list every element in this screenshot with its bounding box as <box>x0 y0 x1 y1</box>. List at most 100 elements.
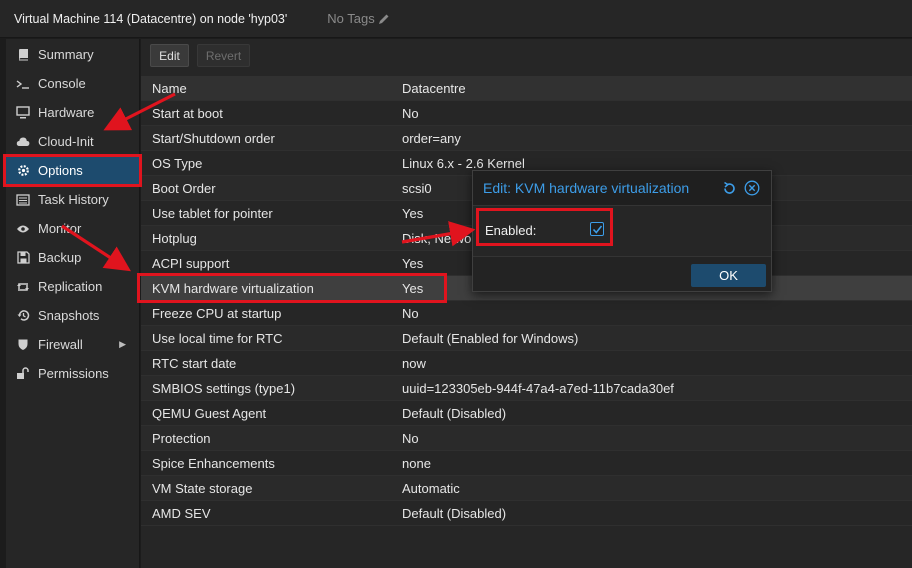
option-value: Yes <box>402 255 424 271</box>
option-value: Default (Disabled) <box>402 505 507 521</box>
sidebar-item-snapshots[interactable]: Snapshots <box>6 301 140 330</box>
sidebar-item-label: Options <box>38 163 83 178</box>
option-key: Protection <box>152 430 211 446</box>
option-key: Start/Shutdown order <box>152 130 275 146</box>
dialog-header[interactable]: Edit: KVM hardware virtualization <box>473 171 771 206</box>
desktop-icon <box>16 106 30 120</box>
sidebar-item-replication[interactable]: Replication <box>6 272 140 301</box>
ok-button[interactable]: OK <box>691 264 766 287</box>
table-row[interactable]: QEMU Guest Agent Default (Disabled) <box>141 401 912 426</box>
title-bar: Virtual Machine 114 (Datacentre) on node… <box>0 0 912 38</box>
tags-editor[interactable]: No Tags <box>327 11 389 26</box>
option-key: VM State storage <box>152 480 253 496</box>
dialog-title: Edit: KVM hardware virtualization <box>483 180 690 196</box>
pencil-icon[interactable] <box>378 13 390 25</box>
option-value: Yes <box>402 205 424 221</box>
option-key: SMBIOS settings (type1) <box>152 380 296 396</box>
option-value: Default (Disabled) <box>402 405 507 421</box>
sidebar-item-label: Task History <box>38 192 109 207</box>
dialog-footer: OK <box>473 256 771 291</box>
option-value: Default (Enabled for Windows) <box>402 330 579 346</box>
option-key: QEMU Guest Agent <box>152 405 267 421</box>
option-key: Use tablet for pointer <box>152 205 273 221</box>
option-value: No <box>402 105 419 121</box>
option-value: No <box>402 305 419 321</box>
sidebar-item-backup[interactable]: Backup <box>6 243 140 272</box>
toolbar: Edit Revert <box>141 39 912 75</box>
sidebar-item-options[interactable]: Options <box>6 156 140 185</box>
option-value: now <box>402 355 426 371</box>
enabled-checkbox[interactable] <box>590 222 604 236</box>
table-row[interactable]: AMD SEV Default (Disabled) <box>141 501 912 526</box>
sidebar-item-label: Firewall <box>38 337 83 352</box>
unlock-icon <box>16 367 30 381</box>
sidebar-item-permissions[interactable]: Permissions <box>6 359 140 388</box>
sidebar-item-hardware[interactable]: Hardware <box>6 98 140 127</box>
table-row[interactable]: Protection No <box>141 426 912 451</box>
terminal-icon <box>16 77 30 91</box>
list-icon <box>16 193 30 207</box>
option-value: Datacentre <box>402 80 466 96</box>
sidebar-item-task-history[interactable]: Task History <box>6 185 140 214</box>
option-key: Spice Enhancements <box>152 455 275 471</box>
close-icon[interactable] <box>744 180 760 196</box>
option-value: order=any <box>402 130 461 146</box>
option-key: Boot Order <box>152 180 216 196</box>
table-row[interactable]: RTC start date now <box>141 351 912 376</box>
sidebar-item-label: Cloud-Init <box>38 134 94 149</box>
option-key: ACPI support <box>152 255 230 271</box>
sidebar-item-label: Replication <box>38 279 103 294</box>
option-value: Linux 6.x - 2.6 Kernel <box>402 155 525 171</box>
revert-button[interactable]: Revert <box>197 44 250 67</box>
edit-button[interactable]: Edit <box>150 44 189 67</box>
option-value: Yes <box>402 280 424 296</box>
sidebar-item-console[interactable]: Console <box>6 69 140 98</box>
table-row[interactable]: Start/Shutdown order order=any <box>141 126 912 151</box>
table-row[interactable]: Freeze CPU at startup No <box>141 301 912 326</box>
table-row[interactable]: VM State storage Automatic <box>141 476 912 501</box>
sidebar-item-monitor[interactable]: Monitor <box>6 214 140 243</box>
table-row[interactable]: Name Datacentre <box>141 76 912 101</box>
sidebar-item-label: Console <box>38 76 86 91</box>
table-row[interactable]: Use local time for RTC Default (Enabled f… <box>141 326 912 351</box>
sidebar-item-label: Summary <box>38 47 94 62</box>
dialog-body: Enabled: <box>473 207 771 255</box>
cloud-icon <box>16 135 30 149</box>
retweet-icon <box>16 280 30 294</box>
sidebar-item-label: Backup <box>38 250 82 265</box>
sidebar-item-firewall[interactable]: Firewall ▶ <box>6 330 140 359</box>
tags-label: No Tags <box>327 11 375 26</box>
shield-icon <box>16 338 30 352</box>
option-key: Hotplug <box>152 230 197 246</box>
checkmark-icon <box>592 225 602 234</box>
option-value: scsi0 <box>402 180 432 196</box>
sidebar-item-label: Monitor <box>38 221 82 236</box>
option-key: OS Type <box>152 155 203 171</box>
book-icon <box>16 48 30 62</box>
table-row[interactable]: SMBIOS settings (type1) uuid=123305eb-944… <box>141 376 912 401</box>
reset-icon[interactable] <box>721 180 737 196</box>
option-value: Automatic <box>402 480 460 496</box>
floppy-icon <box>16 251 30 265</box>
sidebar-item-label: Permissions <box>38 366 109 381</box>
option-value: none <box>402 455 431 471</box>
sidebar-item-label: Snapshots <box>38 308 100 323</box>
option-key: AMD SEV <box>152 505 211 521</box>
option-value: No <box>402 430 419 446</box>
option-key: Use local time for RTC <box>152 330 283 346</box>
sidebar-item-label: Hardware <box>38 105 95 120</box>
options-panel: Edit Revert Name Datacentre Start at boot… <box>141 39 912 568</box>
option-key: RTC start date <box>152 355 237 371</box>
table-row[interactable]: Start at boot No <box>141 101 912 126</box>
option-key: Name <box>152 80 187 96</box>
option-key: Freeze CPU at startup <box>152 305 282 321</box>
chevron-right-icon[interactable]: ▶ <box>119 339 126 350</box>
vm-title: Virtual Machine 114 (Datacentre) on node… <box>14 11 288 26</box>
table-row[interactable]: Spice Enhancements none <box>141 451 912 476</box>
sidebar-item-cloud-init[interactable]: Cloud-Init <box>6 127 140 156</box>
history-icon <box>16 309 30 323</box>
option-key: Start at boot <box>152 105 223 121</box>
eye-icon <box>16 222 30 236</box>
option-key: KVM hardware virtualization <box>152 280 314 296</box>
sidebar-item-summary[interactable]: Summary <box>6 40 140 69</box>
